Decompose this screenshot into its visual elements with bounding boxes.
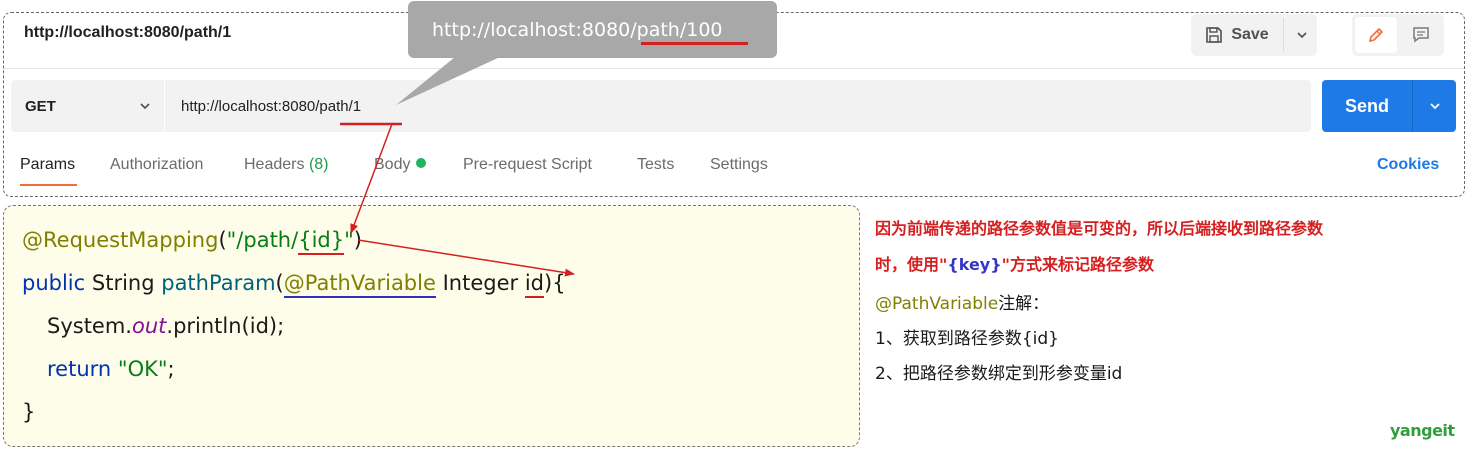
explanation-line-2: 时，使用"{key}"方式来标记路径参数 xyxy=(875,251,1154,275)
tab-headers-label: Headers xyxy=(244,156,305,173)
send-button[interactable]: Send xyxy=(1322,80,1412,132)
body-status-dot xyxy=(416,158,427,168)
tab-authorization[interactable]: Authorization xyxy=(110,156,203,174)
tab-body-label: Body xyxy=(374,156,411,173)
tab-params[interactable]: Params xyxy=(20,156,75,174)
code-system: System. xyxy=(47,314,132,338)
code-line-close: } xyxy=(22,400,36,424)
watermark-logo: yangeit xyxy=(1390,421,1455,440)
code-string-prefix: "/path/ xyxy=(226,228,299,252)
tab-headers[interactable]: Headers (8) xyxy=(244,156,329,174)
code-string-suffix: " xyxy=(344,228,354,252)
tab-pre-request-script[interactable]: Pre-request Script xyxy=(463,156,592,174)
code-field-out: out xyxy=(131,314,167,338)
pencil-icon xyxy=(1368,27,1384,43)
save-icon xyxy=(1206,27,1223,43)
annotation-suffix: 注解： xyxy=(998,294,1050,314)
code-line-return: return "OK"; xyxy=(47,357,175,381)
comments-button[interactable] xyxy=(1400,17,1442,53)
explanation-text: "方式来标记路径参数 xyxy=(1001,255,1154,274)
code-paren: ( xyxy=(275,271,284,295)
explanation-item-1: 1、获取到路径参数{id} xyxy=(875,329,1059,349)
header-divider xyxy=(4,68,1464,69)
tab-tests[interactable]: Tests xyxy=(637,156,674,174)
annotation-name: @PathVariable xyxy=(875,294,999,314)
explanation-item-2: 2、把路径参数绑定到形参变量id xyxy=(875,364,1123,384)
callout-text: http://localhost:8080/path/100 xyxy=(408,1,777,58)
code-semicolon: ; xyxy=(167,357,175,381)
code-param-name: id xyxy=(524,271,544,298)
code-return-type: String xyxy=(91,271,155,295)
send-options-button[interactable] xyxy=(1413,80,1456,132)
code-keyword: return xyxy=(47,357,112,381)
comment-icon xyxy=(1413,27,1429,43)
code-keyword: public xyxy=(22,271,86,295)
save-label: Save xyxy=(1231,26,1269,43)
tab-settings[interactable]: Settings xyxy=(710,156,768,174)
save-button[interactable]: Save xyxy=(1191,14,1283,56)
path-variable-placeholder: {id} xyxy=(298,228,345,255)
explanation-line-1: 因为前端传递的路径参数值是可变的，所以后端接收到路径参数 xyxy=(875,219,1324,238)
url-input[interactable]: http://localhost:8080/path/1 xyxy=(165,80,1311,132)
code-string: "/path/{id}" xyxy=(227,228,354,255)
save-options-button[interactable] xyxy=(1287,14,1317,56)
code-println: .println(id); xyxy=(166,314,285,338)
callout-highlight-underline xyxy=(641,42,748,45)
chevron-down-icon xyxy=(1429,103,1440,110)
callout-prefix: http://localhost:8080/ xyxy=(432,18,637,41)
method-value: GET xyxy=(25,97,56,115)
cookies-link[interactable]: Cookies xyxy=(1377,156,1439,174)
code-paren: ){ xyxy=(544,271,566,295)
code-string: "OK" xyxy=(117,357,168,381)
url-value: http://localhost:8080/path/1 xyxy=(181,97,362,115)
code-paren: ( xyxy=(218,228,227,252)
annotation-heading: @PathVariable注解： xyxy=(875,289,1049,314)
explanation-key-syntax: {key} xyxy=(947,255,1002,274)
code-annotation: @RequestMapping xyxy=(22,228,219,252)
code-method-name: pathParam xyxy=(161,271,276,295)
tab-body[interactable]: Body xyxy=(374,156,427,174)
explanation-text: 时，使用" xyxy=(875,255,948,274)
code-paren: ) xyxy=(353,228,362,252)
edit-mode-button[interactable] xyxy=(1355,17,1397,53)
request-tab-title[interactable]: http://localhost:8080/path/1 xyxy=(24,24,231,42)
callout-highlight: path/100 xyxy=(636,18,723,41)
headers-count-badge: (8) xyxy=(308,156,329,173)
code-param-type: Integer xyxy=(442,271,519,295)
chevron-down-icon[interactable] xyxy=(134,95,156,117)
active-tab-indicator xyxy=(20,184,77,186)
chevron-down-icon xyxy=(1297,32,1307,39)
path-variable-annotation: @PathVariable xyxy=(283,271,436,298)
code-line-println: System.out.println(id); xyxy=(47,314,284,338)
code-line-mapping: @RequestMapping("/path/{id}") xyxy=(22,228,362,255)
save-separator xyxy=(1283,18,1284,52)
code-line-signature: public String pathParam(@PathVariable In… xyxy=(22,271,566,298)
